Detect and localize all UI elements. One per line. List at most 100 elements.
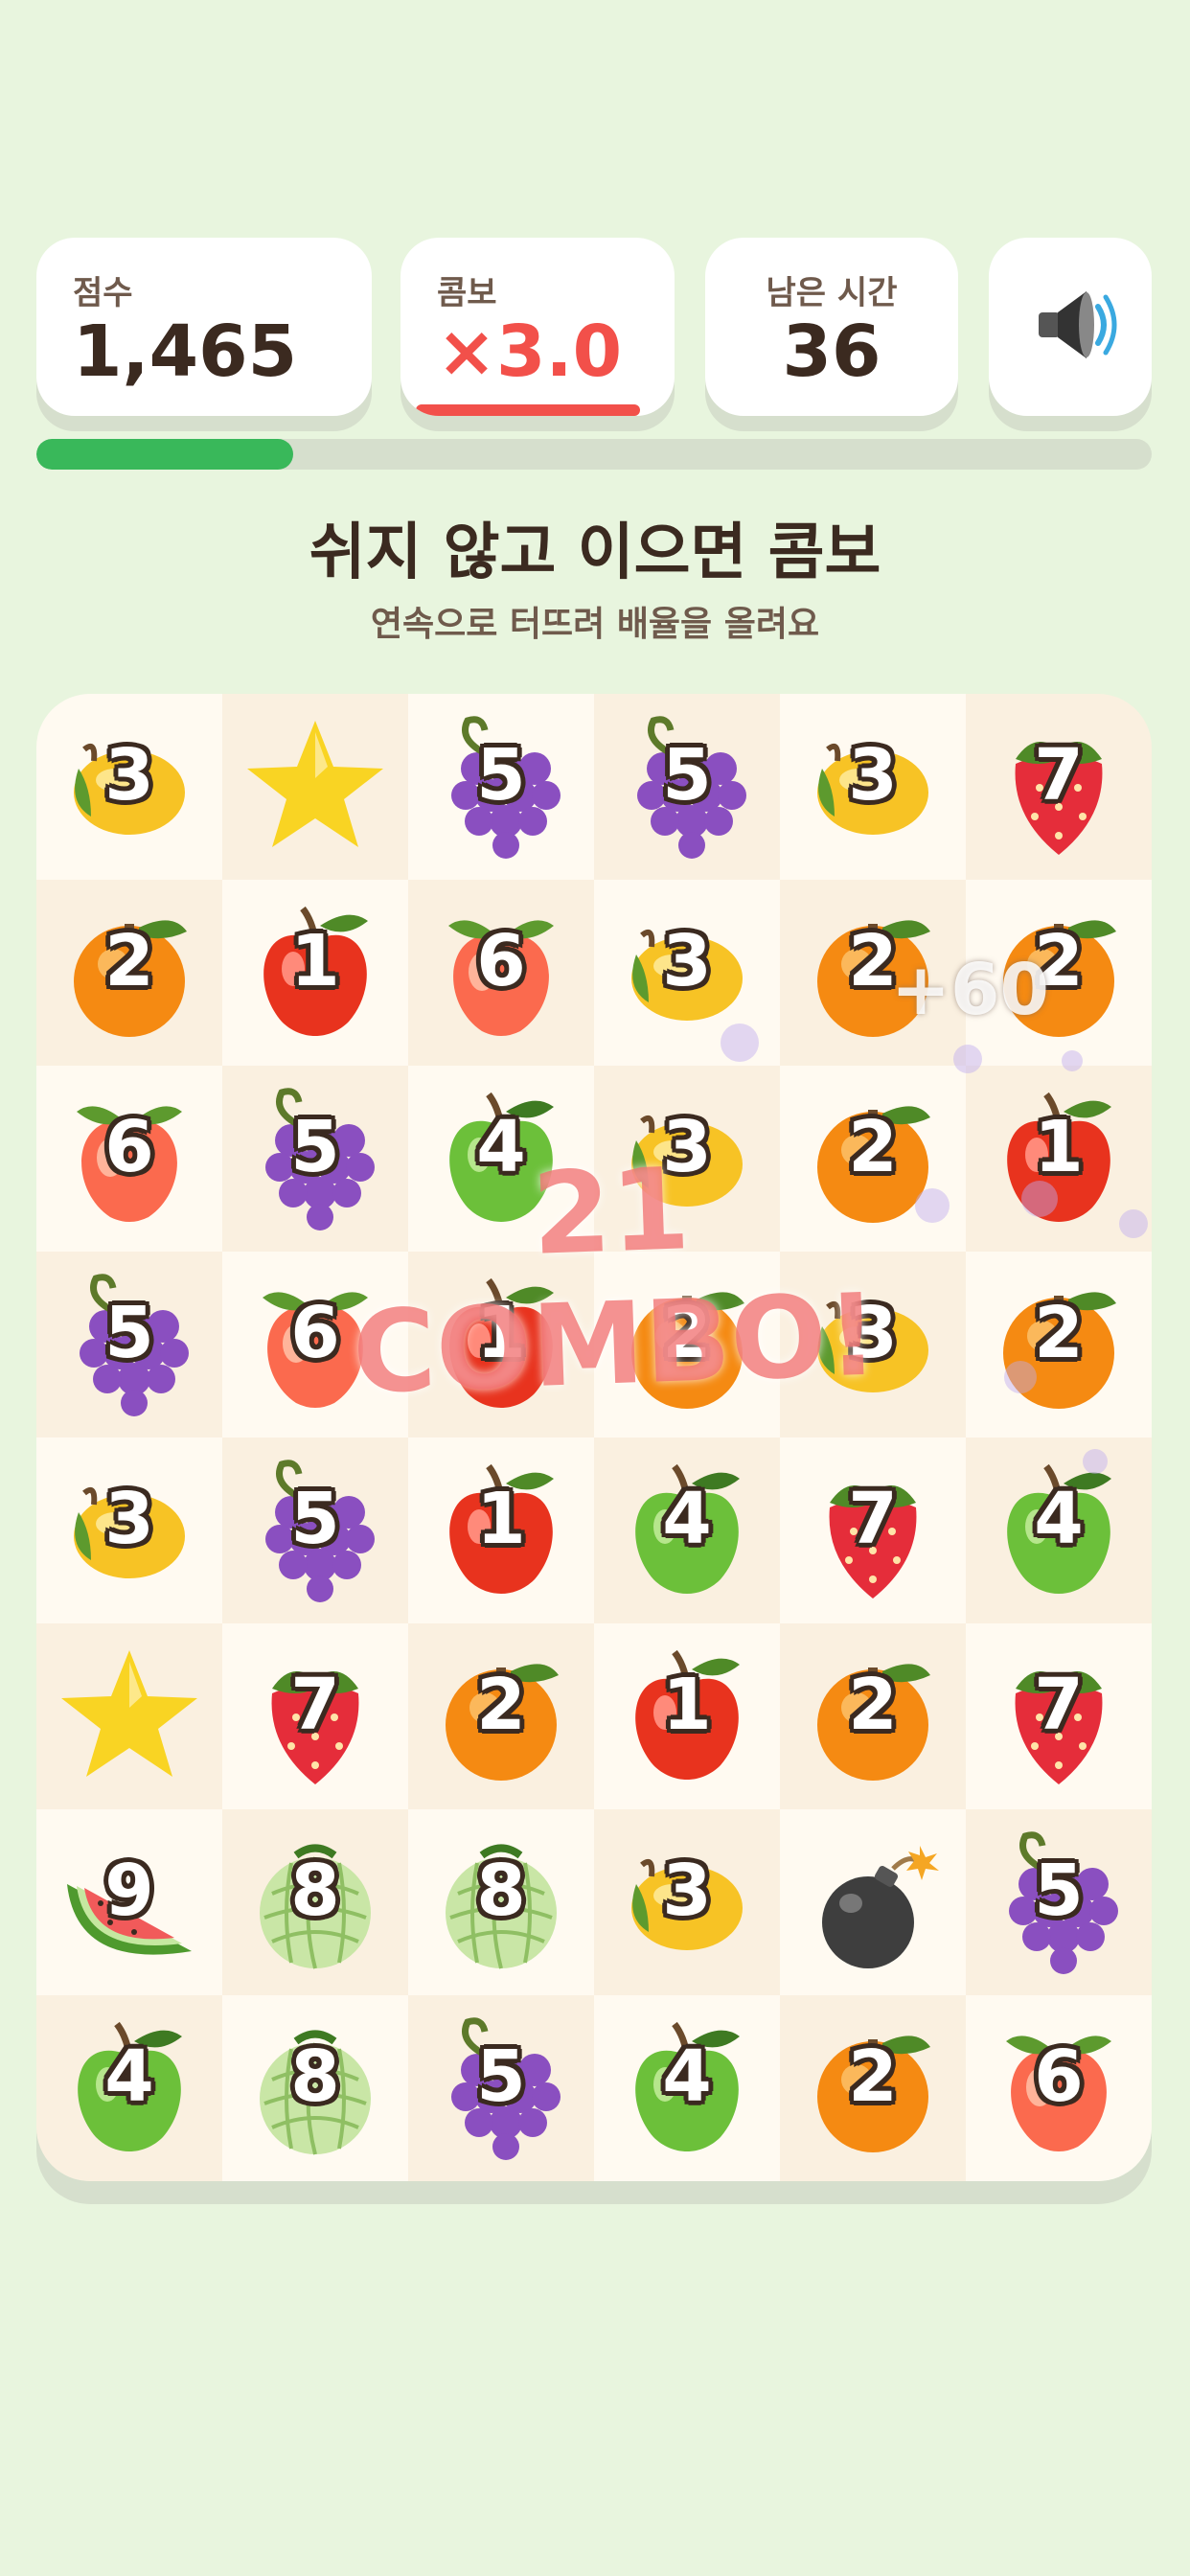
fruit-number: 5 <box>104 1292 154 1374</box>
board-cell-melon[interactable]: 8 <box>222 1809 408 1995</box>
fruit-number: 4 <box>662 1478 712 1560</box>
fruit-number: 3 <box>104 1478 154 1560</box>
board-cell-lemon[interactable]: 3 <box>780 694 966 880</box>
fruit-number: 4 <box>1034 1478 1084 1560</box>
board-cell-watermelon[interactable]: 9 <box>36 1809 222 1995</box>
board-cell-lemon[interactable]: 3 <box>36 1438 222 1623</box>
fruit-number: 6 <box>476 920 526 1002</box>
board-cell-grape[interactable]: 5 <box>408 694 594 880</box>
star-icon <box>247 721 383 847</box>
board-cell-lemon[interactable]: 3 <box>594 1809 780 1995</box>
board-cell-orange[interactable]: 2 <box>780 1623 966 1809</box>
fruit-number: 6 <box>104 1106 154 1188</box>
combo-multiplier: ×3.0 <box>437 310 623 393</box>
fruit-number: 5 <box>476 2036 526 2118</box>
fruit-number: 7 <box>848 1478 898 1560</box>
sparkle-bubble <box>1083 1449 1108 1474</box>
board-cell-strawberry[interactable]: 7 <box>780 1438 966 1623</box>
combo-card: 콤보 ×3.0 <box>400 238 675 416</box>
board-cell-bomb[interactable] <box>780 1809 966 1995</box>
fruit-number: 3 <box>662 1850 712 1932</box>
score-card: 점수 1,465 <box>36 238 372 416</box>
board-cell-green-apple[interactable]: 4 <box>36 1995 222 2181</box>
time-card: 남은 시간 36 <box>705 238 958 416</box>
board-cell-strawberry[interactable]: 7 <box>966 694 1152 880</box>
board-cell-strawberry[interactable]: 7 <box>222 1623 408 1809</box>
fruit-number: 7 <box>1034 1664 1084 1746</box>
points-popup: +60 <box>891 949 1049 1031</box>
speaker-icon <box>1039 291 1117 358</box>
board-cell-orange[interactable]: 2 <box>408 1623 594 1809</box>
fruit-number: 3 <box>104 734 154 816</box>
fruit-number: 5 <box>1034 1850 1084 1932</box>
bomb-icon <box>822 1846 939 1968</box>
board-cell-green-apple[interactable]: 4 <box>594 1438 780 1623</box>
fruit-number: 1 <box>662 1664 712 1746</box>
time-progress-bar <box>36 439 1152 470</box>
board-cell-orange[interactable]: 2 <box>780 1995 966 2181</box>
board-cell-peach[interactable]: 6 <box>966 1995 1152 2181</box>
fruit-number: 3 <box>662 920 712 1002</box>
board-cell-green-apple[interactable]: 4 <box>966 1438 1152 1623</box>
board-cell-apple[interactable]: 1 <box>408 1438 594 1623</box>
score-label: 점수 <box>73 274 133 312</box>
fruit-number: 9 <box>104 1850 154 1932</box>
fruit-number: 5 <box>290 1478 340 1560</box>
combo-banner: 21 COMBO! <box>350 1142 881 1419</box>
fruit-number: 2 <box>848 1664 898 1746</box>
sparkle-bubble <box>953 1045 982 1073</box>
sparkle-bubble <box>1119 1209 1148 1238</box>
fruit-number: 4 <box>662 2036 712 2118</box>
fruit-number: 2 <box>1034 1292 1084 1374</box>
board-cell-orange[interactable]: 2 <box>36 880 222 1066</box>
board-cell-strawberry[interactable]: 7 <box>966 1623 1152 1809</box>
board-cell-peach[interactable]: 6 <box>36 1066 222 1252</box>
sparkle-bubble <box>1062 1050 1083 1071</box>
board-cell-green-apple[interactable]: 4 <box>594 1995 780 2181</box>
board-cell-star[interactable] <box>222 694 408 880</box>
fruit-number: 2 <box>848 2036 898 2118</box>
board-cell-lemon[interactable]: 3 <box>36 694 222 880</box>
sparkle-bubble <box>915 1188 950 1223</box>
board-cell-melon[interactable]: 8 <box>222 1995 408 2181</box>
fruit-number: 2 <box>476 1664 526 1746</box>
fruit-number: 7 <box>290 1664 340 1746</box>
fruit-number: 1 <box>476 1478 526 1560</box>
fruit-number: 3 <box>848 734 898 816</box>
hint-subtitle: 연속으로 터뜨려 배율을 올려요 <box>370 605 820 644</box>
fruit-number: 8 <box>476 1850 526 1932</box>
sparkle-bubble <box>1004 1361 1037 1393</box>
board-cell-apple[interactable]: 1 <box>594 1623 780 1809</box>
board-cell-grape[interactable]: 5 <box>222 1438 408 1623</box>
fruit-number: 8 <box>290 2036 340 2118</box>
game-board: 3553721632265432156123235147472127988354… <box>36 694 1152 2181</box>
fruit-number: 5 <box>476 734 526 816</box>
combo-meter-bar <box>416 404 640 416</box>
star-icon <box>61 1650 197 1777</box>
board-cell-grape[interactable]: 5 <box>594 694 780 880</box>
board-cell-apple[interactable]: 1 <box>222 880 408 1066</box>
hint-title: 쉬지 않고 이으면 콤보 <box>309 518 881 588</box>
fruit-number: 2 <box>104 920 154 1002</box>
board-cell-star[interactable] <box>36 1623 222 1809</box>
sound-toggle-button[interactable] <box>989 238 1152 416</box>
fruit-number: 1 <box>290 920 340 1002</box>
board-cell-peach[interactable]: 6 <box>408 880 594 1066</box>
score-value: 1,465 <box>73 310 298 393</box>
sparkle-bubble <box>721 1024 759 1062</box>
fruit-number: 1 <box>1034 1106 1084 1188</box>
board-cell-grape[interactable]: 5 <box>408 1995 594 2181</box>
board-cell-melon[interactable]: 8 <box>408 1809 594 1995</box>
time-value: 36 <box>782 310 881 393</box>
board-cell-grape[interactable]: 5 <box>36 1252 222 1438</box>
fruit-number: 7 <box>1034 734 1084 816</box>
board-cell-grape[interactable]: 5 <box>966 1809 1152 1995</box>
fruit-number: 6 <box>1034 2036 1084 2118</box>
time-label: 남은 시간 <box>766 274 898 312</box>
fruit-number: 5 <box>662 734 712 816</box>
combo-label: 콤보 <box>437 274 497 312</box>
fruit-number: 4 <box>104 2036 154 2118</box>
time-progress-fill <box>36 439 293 470</box>
fruit-number: 8 <box>290 1850 340 1932</box>
board-cell-orange[interactable]: 2 <box>966 1252 1152 1438</box>
